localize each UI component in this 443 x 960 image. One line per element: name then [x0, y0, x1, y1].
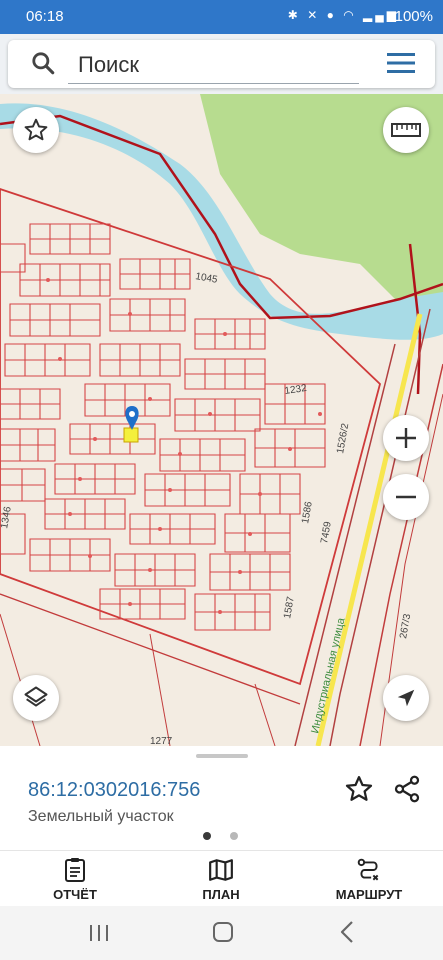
parcel-type: Земельный участок	[28, 808, 174, 825]
search-icon[interactable]	[30, 50, 56, 76]
bluetooth-icon: ✱	[287, 8, 301, 22]
page-indicator-dot-1	[203, 832, 211, 840]
home-icon[interactable]	[212, 921, 234, 943]
my-location-button[interactable]	[383, 675, 429, 721]
map-label-1346: 1346	[0, 505, 14, 529]
location-icon: ●	[326, 8, 337, 22]
back-icon[interactable]	[339, 920, 355, 944]
minus-icon	[396, 495, 416, 499]
zoom-in-button[interactable]	[383, 415, 429, 461]
signal-icon: ▂▄▆	[363, 8, 399, 22]
map-label-7459: 7459	[319, 520, 334, 544]
map-label-1587: 1587	[282, 595, 297, 619]
system-nav-bar	[0, 906, 443, 960]
status-icons: ✱ ✕ ● ◠ ▂▄▆	[288, 8, 399, 22]
report-button[interactable]: ОТЧЁТ	[20, 857, 130, 902]
layers-button[interactable]	[13, 675, 59, 721]
wifi-icon: ◠	[343, 8, 357, 22]
map-label-1586: 1586	[300, 500, 315, 524]
status-bar: 06:18 ✱ ✕ ● ◠ ▂▄▆ 100%	[0, 0, 443, 34]
add-favorite-icon[interactable]	[344, 774, 374, 804]
recents-icon[interactable]	[88, 924, 110, 942]
map-view[interactable]: 1045 1232 1526/2 1586 7459 1587 1346 127…	[0, 94, 443, 746]
zoom-out-button[interactable]	[383, 474, 429, 520]
map-label-1045: 1045	[194, 271, 218, 286]
route-button[interactable]: МАРШРУТ	[314, 857, 424, 902]
mute-icon: ✕	[307, 8, 321, 22]
map-label-1526-2: 1526/2	[335, 422, 351, 454]
location-pin-icon	[125, 406, 139, 430]
status-time: 06:18	[26, 8, 64, 25]
search-bar[interactable]: Поиск	[8, 40, 435, 88]
drag-handle[interactable]	[196, 754, 248, 758]
ruler-button[interactable]	[383, 107, 429, 153]
street-name-label: Индустриальная улица	[309, 616, 347, 735]
plan-label: ПЛАН	[202, 887, 240, 902]
map-label-267-3: 267/3	[398, 613, 413, 640]
west-line-2	[149, 633, 171, 746]
battery-level: 100%	[394, 8, 433, 25]
map-label-1277: 1277	[150, 736, 173, 746]
share-icon[interactable]	[392, 774, 422, 804]
map-label-1232: 1232	[284, 383, 308, 397]
favorites-map-button[interactable]	[13, 107, 59, 153]
menu-icon[interactable]	[387, 52, 415, 74]
parcel-info-panel[interactable]: 86:12:0302016:756 Земельный участок	[0, 746, 443, 850]
selected-parcel	[123, 427, 139, 443]
layers-icon	[24, 686, 48, 707]
search-underline	[68, 83, 359, 84]
star-icon	[24, 118, 48, 141]
plus-icon	[396, 428, 416, 448]
ruler-icon	[391, 123, 421, 137]
action-bar: ОТЧЁТ ПЛАН МАРШРУТ	[0, 850, 443, 907]
map-canvas[interactable]: 1045 1232 1526/2 1586 7459 1587 1346 127…	[0, 94, 443, 746]
map-icon	[209, 859, 233, 881]
route-label: МАРШРУТ	[335, 887, 403, 902]
cadastral-number[interactable]: 86:12:0302016:756	[28, 779, 200, 802]
navigation-arrow-icon	[397, 689, 415, 707]
search-input[interactable]: Поиск	[78, 52, 139, 78]
report-label: ОТЧЁТ	[53, 887, 97, 902]
parcel-markers	[46, 278, 322, 614]
page-indicator-dot-2	[230, 832, 238, 840]
plan-button[interactable]: ПЛАН	[166, 857, 276, 902]
report-icon	[65, 858, 85, 882]
route-icon	[357, 858, 379, 881]
